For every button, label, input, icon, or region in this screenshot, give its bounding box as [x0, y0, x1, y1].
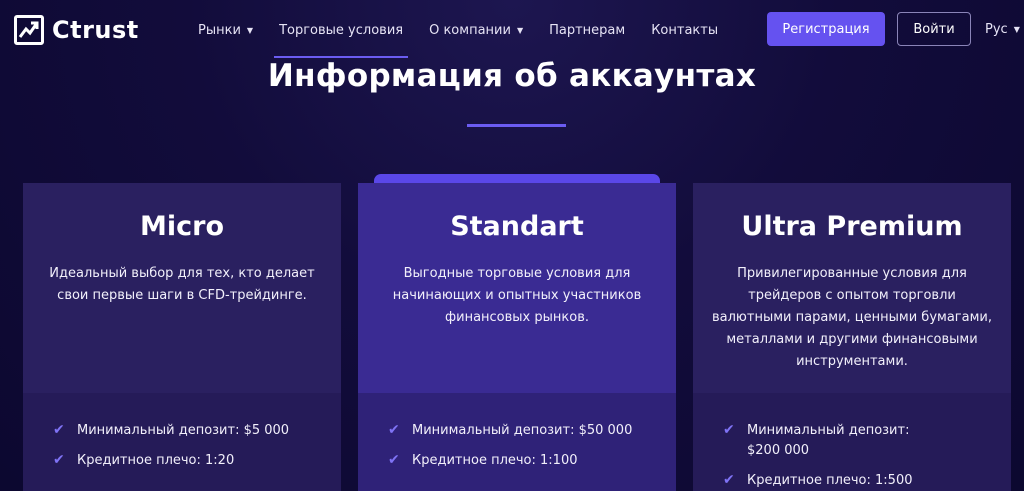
check-icon: ✔ — [388, 452, 400, 468]
feature-text: Кредитное плечо: 1:20 — [77, 453, 235, 468]
feature-list: ✔ Минимальный депозит: $50 000 ✔ Кредитн… — [388, 421, 658, 481]
check-icon: ✔ — [723, 422, 735, 438]
feature-text: Минимальный депозит: $50 000 — [412, 423, 633, 438]
chevron-down-icon: ▼ — [246, 25, 254, 35]
nav-item-label: О компании — [429, 22, 511, 38]
nav-item-markets[interactable]: Рынки ▼ — [185, 0, 266, 60]
chevron-down-icon: ▼ — [1013, 24, 1020, 34]
card-description: Идеальный выбор для тех, кто делает свои… — [49, 266, 315, 303]
list-item: ✔ Минимальный депозит: $5 000 — [53, 421, 323, 441]
nav-item-about[interactable]: О компании ▼ — [416, 0, 536, 60]
feature-text: Минимальный депозит: $200 000 — [747, 423, 910, 458]
nav-item-label: Контакты — [651, 22, 719, 38]
login-button[interactable]: Войти — [897, 12, 971, 46]
list-item: ✔ Кредитное плечо: 1:100 — [388, 451, 658, 471]
chart-line-icon — [14, 15, 44, 45]
check-icon: ✔ — [723, 472, 735, 488]
card-description: Привилегированные условия для трейдеров … — [712, 266, 992, 369]
feature-text: Кредитное плечо: 1:100 — [412, 453, 578, 468]
language-label: Рус — [985, 21, 1008, 37]
nav-item-trading-conditions[interactable]: Торговые условия — [266, 0, 416, 60]
feature-text: Кредитное плечо: 1:500 — [747, 473, 913, 488]
card-description: Выгодные торговые условия для начинающих… — [392, 266, 642, 325]
section-title: Информация об аккаунтах — [267, 58, 757, 94]
card-title: Ultra Premium — [741, 211, 963, 242]
feature-text: Минимальный депозит: $5 000 — [77, 423, 290, 438]
list-item: ✔ Минимальный депозит: $200 000 — [723, 421, 943, 461]
list-item: ✔ Минимальный депозит: $50 000 — [388, 421, 658, 441]
check-icon: ✔ — [388, 422, 400, 438]
title-underline — [467, 124, 566, 127]
nav-item-label: Рынки — [198, 22, 241, 38]
list-item: ✔ Кредитное плечо: 1:20 — [53, 451, 323, 471]
account-card-ultra-premium: Ultra Premium Привилегированные условия … — [693, 183, 1011, 491]
account-card-standart: Standart Выгодные торговые условия для н… — [358, 183, 676, 491]
feature-list: ✔ Минимальный депозит: $200 000 ✔ Кредит… — [723, 421, 943, 491]
logo[interactable]: Ctrust — [14, 13, 139, 47]
check-icon: ✔ — [53, 452, 65, 468]
language-selector[interactable]: Рус ▼ — [985, 12, 1020, 46]
feature-list: ✔ Минимальный депозит: $5 000 ✔ Кредитно… — [53, 421, 323, 481]
account-card-micro: Micro Идеальный выбор для тех, кто делае… — [23, 183, 341, 491]
site-header: Ctrust Рынки ▼ Торговые условия О компан… — [0, 0, 1024, 60]
check-icon: ✔ — [53, 422, 65, 438]
chevron-down-icon: ▼ — [516, 25, 524, 35]
card-title: Micro — [140, 211, 224, 242]
logo-text: Ctrust — [52, 16, 139, 44]
nav-item-partners[interactable]: Партнерам — [536, 0, 638, 60]
nav-item-label: Партнерам — [549, 22, 626, 38]
register-button[interactable]: Регистрация — [767, 12, 885, 46]
card-title: Standart — [450, 211, 584, 242]
nav-item-label: Торговые условия — [279, 22, 404, 38]
list-item: ✔ Кредитное плечо: 1:500 — [723, 471, 943, 491]
nav-item-contacts[interactable]: Контакты — [638, 0, 731, 60]
main-nav: Рынки ▼ Торговые условия О компании ▼ Па… — [185, 0, 731, 60]
